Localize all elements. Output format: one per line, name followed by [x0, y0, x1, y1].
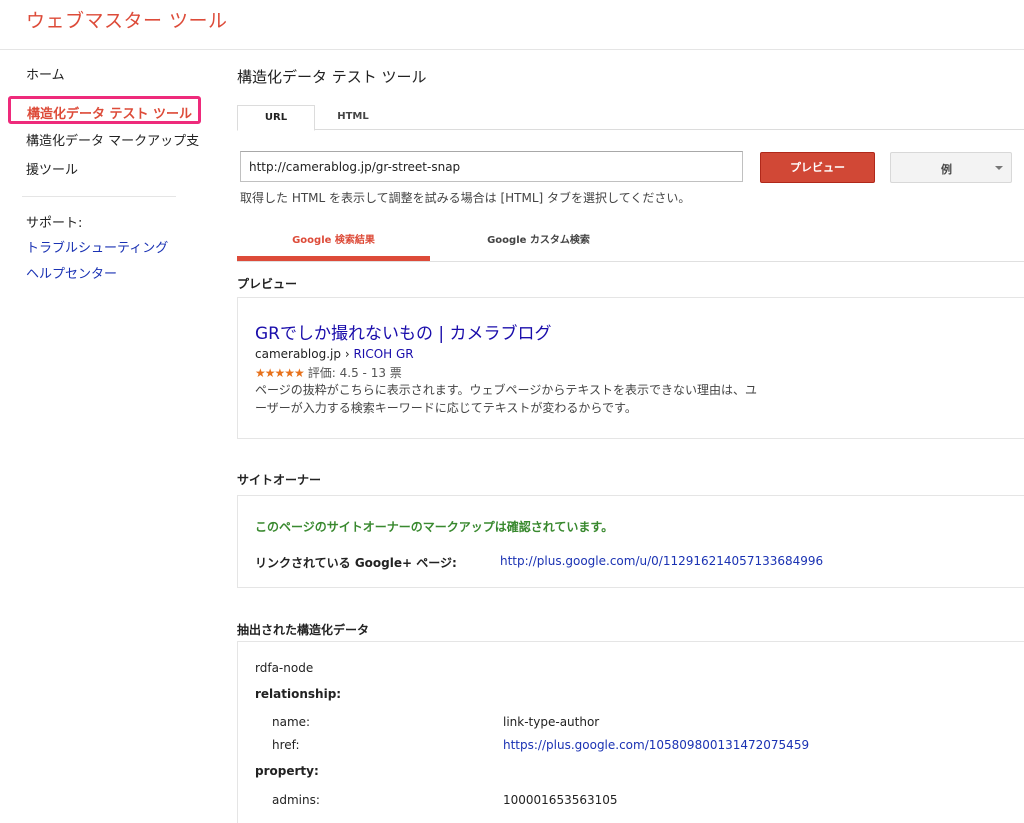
app-title[interactable]: ウェブマスター ツール — [26, 6, 228, 33]
preview-button[interactable]: プレビュー — [760, 152, 875, 183]
sidebar-divider — [22, 196, 176, 197]
main-content: 構造化データ テスト ツール URL HTML プレビュー 例 取得した HTM… — [220, 51, 1024, 823]
result-breadcrumb-link[interactable]: RICOH GR — [353, 347, 413, 361]
support-label: サポート: — [26, 216, 83, 231]
rating-text: 評価: 4.5 - 13 票 — [307, 366, 402, 380]
sd-group-property: property: — [255, 764, 319, 778]
sd-value-link[interactable]: https://plus.google.com/1058098001314720… — [503, 738, 809, 752]
breadcrumb-separator: › — [341, 347, 354, 361]
chevron-down-icon — [995, 166, 1003, 170]
sidebar-item-label: 構造化データ マークアップ支 — [26, 134, 200, 149]
preview-heading: プレビュー — [237, 277, 298, 291]
sd-key: admins: — [272, 793, 320, 807]
app-header: ウェブマスター ツール — [0, 0, 1024, 50]
support-link-troubleshooting[interactable]: トラブルシューティング — [26, 237, 168, 256]
example-select-label: 例 — [941, 163, 952, 176]
helper-text: 取得した HTML を表示して調整を試みる場合は [HTML] タブを選択してく… — [240, 191, 691, 205]
sd-value: link-type-author — [503, 715, 600, 729]
result-domain: camerablog.jp — [255, 347, 341, 361]
result-snippet: ページの抜粋がこちらに表示されます。ウェブページからテキストを表示できない理由は… — [255, 381, 795, 417]
result-breadcrumb: camerablog.jp › RICOH GR — [255, 347, 414, 361]
support-link-help-center[interactable]: ヘルプセンター — [26, 263, 117, 282]
snippet-line: ページの抜粋がこちらに表示されます。ウェブページからテキストを表示できない理由は… — [255, 383, 757, 397]
sidebar-item-label: 構造化データ テスト ツール — [27, 107, 193, 122]
tab-url[interactable]: URL — [237, 105, 315, 131]
sd-key: href: — [272, 738, 300, 752]
sd-key: name: — [272, 715, 311, 729]
sd-value: 100001653563105 — [503, 793, 618, 807]
sidebar-item-markup-helper[interactable]: 構造化データ マークアップ支 援ツール — [26, 134, 199, 179]
structured-data-heading: 抽出された構造化データ — [237, 623, 370, 637]
owner-confirmation-text: このページのサイトオーナーのマークアップは確認されています。 — [255, 520, 614, 534]
sidebar-item-label: 援ツール — [26, 163, 79, 178]
snippet-line: ーザーが入力する検索キーワードに応じてテキストが変わるからです。 — [255, 401, 637, 415]
subtabs-divider — [237, 261, 1024, 262]
sidebar: ホーム 構造化データ テスト ツール 構造化データ マークアップ支 援ツール サ… — [0, 51, 201, 823]
result-title-link[interactable]: GRでしか撮れないもの | カメラブログ — [255, 319, 552, 344]
page-title: 構造化データ テスト ツール — [237, 68, 427, 86]
site-owner-heading: サイトオーナー — [237, 473, 322, 487]
result-rating: ★★★★★ 評価: 4.5 - 13 票 — [255, 364, 402, 381]
structured-data-panel: rdfa-node relationship: name: link-type-… — [237, 641, 1024, 823]
tab-html[interactable]: HTML — [318, 105, 388, 129]
sidebar-item-structured-data-test-tool[interactable]: 構造化データ テスト ツール — [8, 96, 201, 124]
linked-page-label: リンクされている Google+ ページ: — [255, 556, 457, 570]
site-owner-panel: このページのサイトオーナーのマークアップは確認されています。 リンクされている … — [237, 495, 1024, 588]
sidebar-item-home[interactable]: ホーム — [26, 68, 65, 84]
url-input[interactable] — [240, 151, 743, 182]
tab-google-custom-search[interactable]: Google カスタム検索 — [442, 231, 635, 261]
preview-panel: GRでしか撮れないもの | カメラブログ camerablog.jp › RIC… — [237, 297, 1024, 439]
active-tab-indicator — [237, 256, 430, 261]
star-rating-icon: ★★★★★ — [255, 366, 305, 380]
sd-group-relationship: relationship: — [255, 687, 342, 701]
sd-node-type: rdfa-node — [255, 661, 314, 675]
tabs-divider — [237, 129, 1024, 130]
linked-page-link[interactable]: http://plus.google.com/u/0/1129162140571… — [500, 554, 823, 568]
example-select[interactable]: 例 — [890, 152, 1012, 183]
